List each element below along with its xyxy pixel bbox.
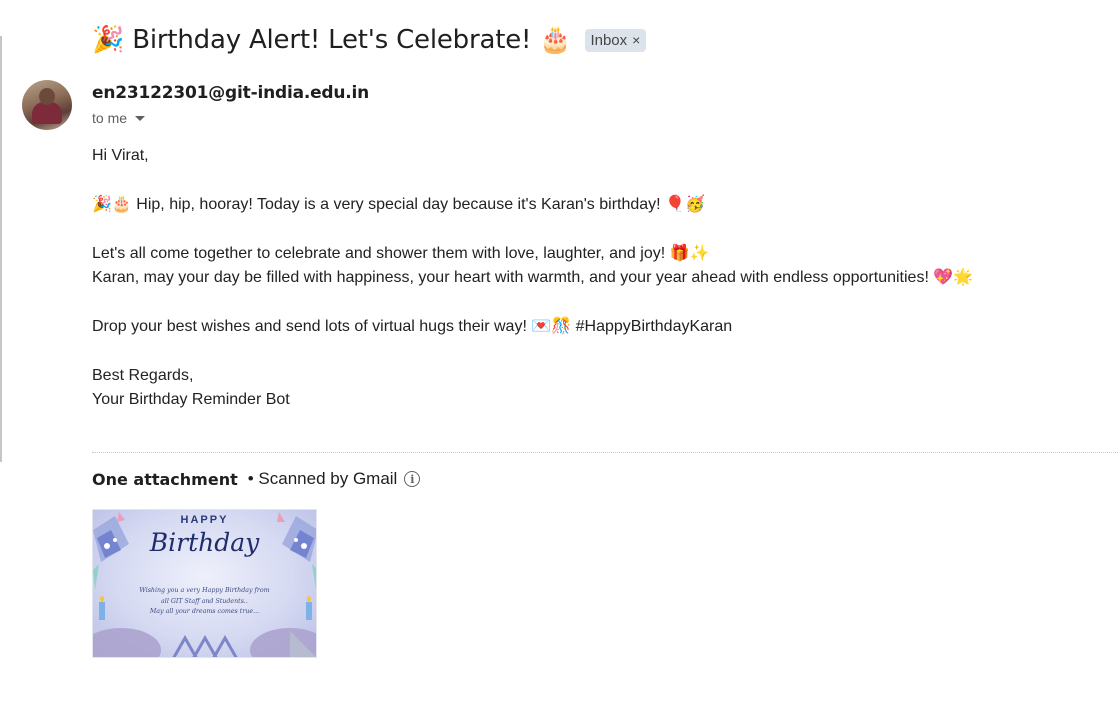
recipient-dropdown[interactable]: to me: [92, 110, 146, 126]
scan-note: • Scanned by Gmail: [247, 469, 398, 488]
attachment-divider: [92, 452, 1118, 453]
card-heading-large: Birthday: [149, 528, 260, 557]
email-body: Hi Virat, 🎉🎂 Hip, hip, hooray! Today is …: [92, 144, 973, 412]
signoff-line: Best Regards,: [92, 366, 194, 384]
email-subject: 🎉 Birthday Alert! Let's Celebrate! 🎂: [92, 25, 572, 55]
left-rail-divider: [0, 36, 2, 462]
card-heading-small: HAPPY: [180, 514, 229, 526]
card-wish-line: May all your dreams comes true...: [149, 608, 260, 615]
info-icon[interactable]: i: [404, 471, 421, 487]
recipient-summary: to me: [92, 110, 128, 126]
card-wish-line: Wishing you a very Happy Birthday from: [139, 587, 270, 594]
subject-row: 🎉 Birthday Alert! Let's Celebrate! 🎂 Inb…: [92, 20, 647, 60]
body-line: Karan, may your day be filled with happi…: [92, 269, 974, 286]
body-line: 🎉🎂 Hip, hip, hooray! Today is a very spe…: [92, 195, 705, 213]
body-line: Let's all come together to celebrate and…: [92, 244, 710, 262]
chevron-down-icon: [135, 115, 146, 121]
card-wish-line: all GIT Staff and Students..: [161, 597, 248, 605]
card-wish: Wishing you a very Happy Birthday from a…: [93, 586, 316, 618]
body-line: Hi Virat,: [92, 147, 149, 164]
avatar-figure-body: [32, 102, 62, 124]
label-chip-inbox[interactable]: Inbox ×: [585, 28, 647, 52]
avatar-figure-head: [39, 88, 55, 105]
attachment-count: One attachment: [92, 469, 238, 489]
attachment-thumbnail[interactable]: HAPPY Birthday Wishing you a very Happy …: [92, 509, 317, 658]
label-chip-text: Inbox: [590, 31, 628, 49]
close-icon[interactable]: ×: [632, 32, 640, 48]
body-line: Drop your best wishes and send lots of v…: [92, 317, 733, 335]
sender-address[interactable]: en23122301@git-india.edu.in: [92, 83, 369, 103]
attachment-header: One attachment • Scanned by Gmail i: [92, 469, 421, 489]
signature-line: Your Birthday Reminder Bot: [92, 391, 290, 408]
sender-avatar[interactable]: [22, 80, 72, 130]
page-fold-corner: [290, 631, 316, 657]
